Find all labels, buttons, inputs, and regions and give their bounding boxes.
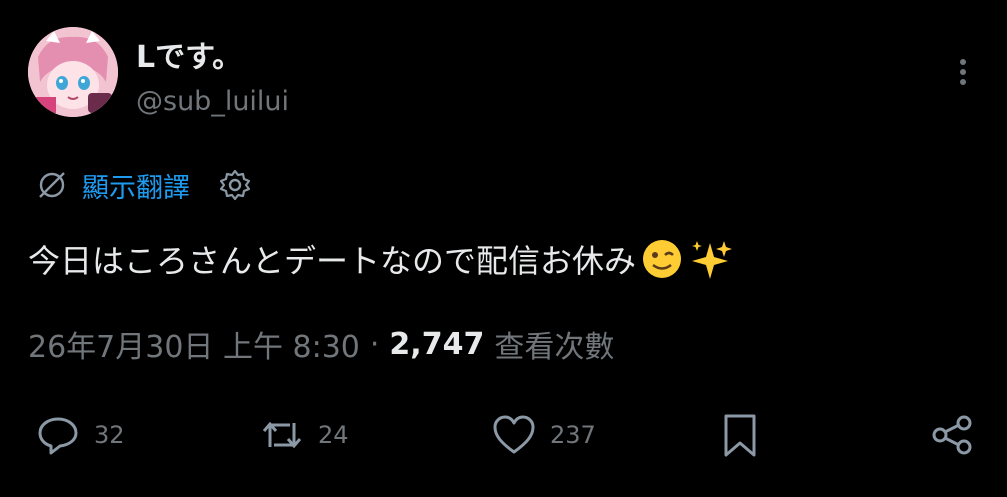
translate-icon[interactable] [34, 167, 70, 203]
reply-icon [38, 417, 78, 455]
bookmark-icon [724, 414, 756, 457]
winking-face-emoji [643, 240, 682, 278]
views-label: 查看次數 [494, 330, 615, 365]
translate-row: 顯示翻譯 [34, 162, 252, 208]
repost-count: 24 [318, 421, 349, 449]
tweet-meta: 26年7月30日 上午 8:30 · 2,747 查看次數 [28, 322, 614, 366]
more-options-button[interactable] [945, 52, 981, 92]
repost-button[interactable]: 24 [258, 408, 349, 462]
share-icon [932, 415, 972, 455]
tweet-text: 今日はころさんとデートなので配信お休み [28, 236, 733, 282]
views-count: 2,747 [389, 326, 485, 362]
like-count: 237 [550, 421, 596, 449]
avatar[interactable] [28, 27, 118, 117]
reply-count: 32 [94, 421, 125, 449]
gear-icon[interactable] [218, 168, 252, 202]
tweet-body: 今日はころさんとデートなので配信お休み [28, 242, 637, 280]
user-handle[interactable]: @sub_luilui [136, 86, 289, 117]
heart-icon [493, 415, 535, 454]
timestamp[interactable]: 26年7月30日 上午 8:30 [28, 322, 360, 366]
repost-icon [262, 421, 302, 449]
reply-button[interactable]: 32 [34, 408, 125, 462]
more-vertical-icon [960, 59, 966, 85]
bookmark-button[interactable] [716, 408, 764, 462]
like-button[interactable]: 237 [490, 408, 596, 462]
show-translation-link[interactable]: 顯示翻譯 [82, 166, 190, 205]
display-name[interactable]: Lです。 [136, 32, 242, 76]
share-button[interactable] [928, 408, 976, 462]
sparkles-emoji [692, 241, 733, 279]
meta-separator: · [369, 326, 380, 362]
